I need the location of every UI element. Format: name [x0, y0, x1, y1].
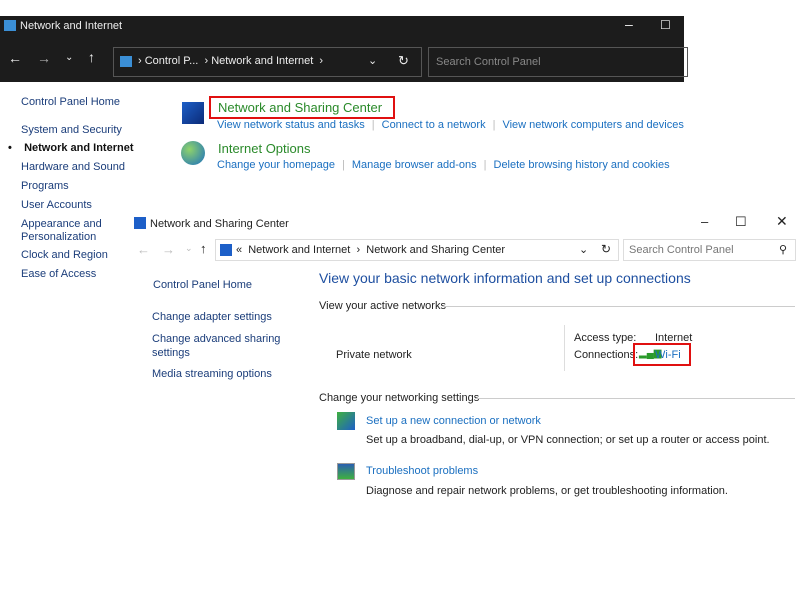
control-panel-icon — [120, 56, 132, 67]
sidebar-item[interactable]: System and Security — [21, 124, 122, 136]
recent-dropdown-icon[interactable]: ⌄ — [185, 243, 193, 254]
sidebar-item[interactable]: Change advanced sharing settings — [152, 332, 282, 360]
window-title: Network and Internet — [20, 20, 123, 32]
crumb[interactable]: Network and Sharing Center — [366, 244, 505, 256]
window-title: Network and Sharing Center — [150, 218, 289, 230]
internet-options-icon — [181, 141, 205, 165]
section-label: Change your networking settings — [319, 392, 480, 404]
recent-dropdown-icon[interactable]: ⌄ — [65, 52, 73, 63]
link[interactable]: View network computers and devices — [502, 119, 683, 131]
sidebar-item[interactable]: Appearance and Personalization — [21, 218, 111, 244]
crumb[interactable]: Network and Internet — [248, 244, 350, 256]
minimize-button[interactable]: – — [701, 214, 708, 229]
setup-connection-link[interactable]: Set up a new connection or network — [366, 415, 541, 427]
task-description: Diagnose and repair network problems, or… — [366, 485, 728, 497]
connections-label: Connections: — [574, 349, 639, 361]
access-type-label: Access type: — [574, 332, 637, 344]
maximize-button[interactable]: ☐ — [735, 214, 747, 230]
address-bar[interactable]: › Control P... › Network and Internet › … — [113, 47, 422, 77]
network-icon — [220, 244, 232, 256]
link[interactable]: Connect to a network — [382, 119, 486, 131]
page-title: View your basic network information and … — [319, 270, 691, 286]
network-icon — [134, 217, 146, 229]
crumb[interactable]: Control P... — [145, 55, 199, 67]
refresh-icon[interactable]: ↻ — [601, 242, 611, 256]
link[interactable]: View network status and tasks — [217, 119, 365, 131]
close-button[interactable]: ✕ — [776, 213, 788, 230]
sidebar-item[interactable]: User Accounts — [21, 199, 92, 211]
up-arrow-icon[interactable]: ↑ — [200, 241, 207, 256]
divider — [443, 306, 795, 307]
chevron-down-icon[interactable]: ⌄ — [368, 54, 377, 67]
link[interactable]: Manage browser add-ons — [352, 159, 477, 171]
breadcrumb: « Network and Internet › Network and Sha… — [236, 244, 506, 256]
divider — [564, 325, 565, 371]
section-links: Change your homepage | Manage browser add-… — [217, 159, 670, 171]
minimize-button[interactable]: – — [625, 16, 633, 32]
address-bar[interactable]: « Network and Internet › Network and Sha… — [215, 239, 619, 261]
forward-arrow-icon[interactable]: → — [162, 242, 175, 257]
search-placeholder: Search Control Panel — [629, 244, 734, 256]
maximize-button[interactable]: ☐ — [660, 18, 671, 32]
breadcrumb: › Control P... › Network and Internet › — [138, 55, 324, 67]
up-arrow-icon[interactable]: ↑ — [88, 49, 95, 65]
chevron-down-icon[interactable]: ⌄ — [579, 243, 588, 256]
sidebar-item[interactable]: Ease of Access — [21, 268, 96, 280]
refresh-icon[interactable]: ↻ — [398, 53, 409, 69]
front-window: Network and Sharing Center – ☐ ✕ ← → ⌄ ↑… — [130, 208, 800, 508]
sidebar-item[interactable]: Control Panel Home — [153, 279, 252, 291]
search-placeholder: Search Control Panel — [436, 56, 541, 68]
back-arrow-icon[interactable]: ← — [8, 50, 22, 66]
search-input[interactable]: Search Control Panel ⚲ — [623, 239, 796, 261]
divider — [475, 398, 795, 399]
back-window-chrome: Network and Internet – ☐ ← → ⌄ ↑ › Contr… — [0, 16, 688, 82]
back-arrow-icon[interactable]: ← — [137, 242, 150, 257]
sidebar-item[interactable]: Media streaming options — [152, 368, 272, 380]
troubleshoot-icon — [337, 463, 355, 480]
crumb[interactable]: Network and Internet — [211, 55, 313, 67]
network-sharing-center-link[interactable]: Network and Sharing Center — [218, 100, 382, 115]
sidebar-item[interactable]: Clock and Region — [21, 249, 108, 261]
wifi-connection-link[interactable]: Wi-Fi — [655, 349, 681, 361]
search-icon: ⚲ — [779, 244, 788, 256]
troubleshoot-link[interactable]: Troubleshoot problems — [366, 465, 478, 477]
link[interactable]: Change your homepage — [217, 159, 335, 171]
section-links: View network status and tasks | Connect to… — [217, 119, 684, 131]
sidebar-item-active[interactable]: • Network and Internet — [8, 142, 133, 154]
internet-options-link[interactable]: Internet Options — [218, 141, 311, 156]
network-name: Private network — [336, 349, 412, 361]
search-input[interactable]: Search Control Panel — [428, 47, 688, 77]
forward-arrow-icon[interactable]: → — [37, 50, 51, 66]
link[interactable]: Delete browsing history and cookies — [494, 159, 670, 171]
sidebar-item[interactable]: Control Panel Home — [21, 96, 120, 108]
task-description: Set up a broadband, dial-up, or VPN conn… — [366, 434, 770, 446]
sidebar-item[interactable]: Change adapter settings — [152, 311, 272, 323]
sidebar-item[interactable]: Hardware and Sound — [21, 161, 125, 173]
new-connection-icon — [337, 412, 355, 430]
section-label: View your active networks — [319, 300, 446, 312]
network-sharing-icon — [182, 102, 204, 124]
sidebar-item[interactable]: Programs — [21, 180, 69, 192]
control-panel-icon — [4, 20, 16, 31]
